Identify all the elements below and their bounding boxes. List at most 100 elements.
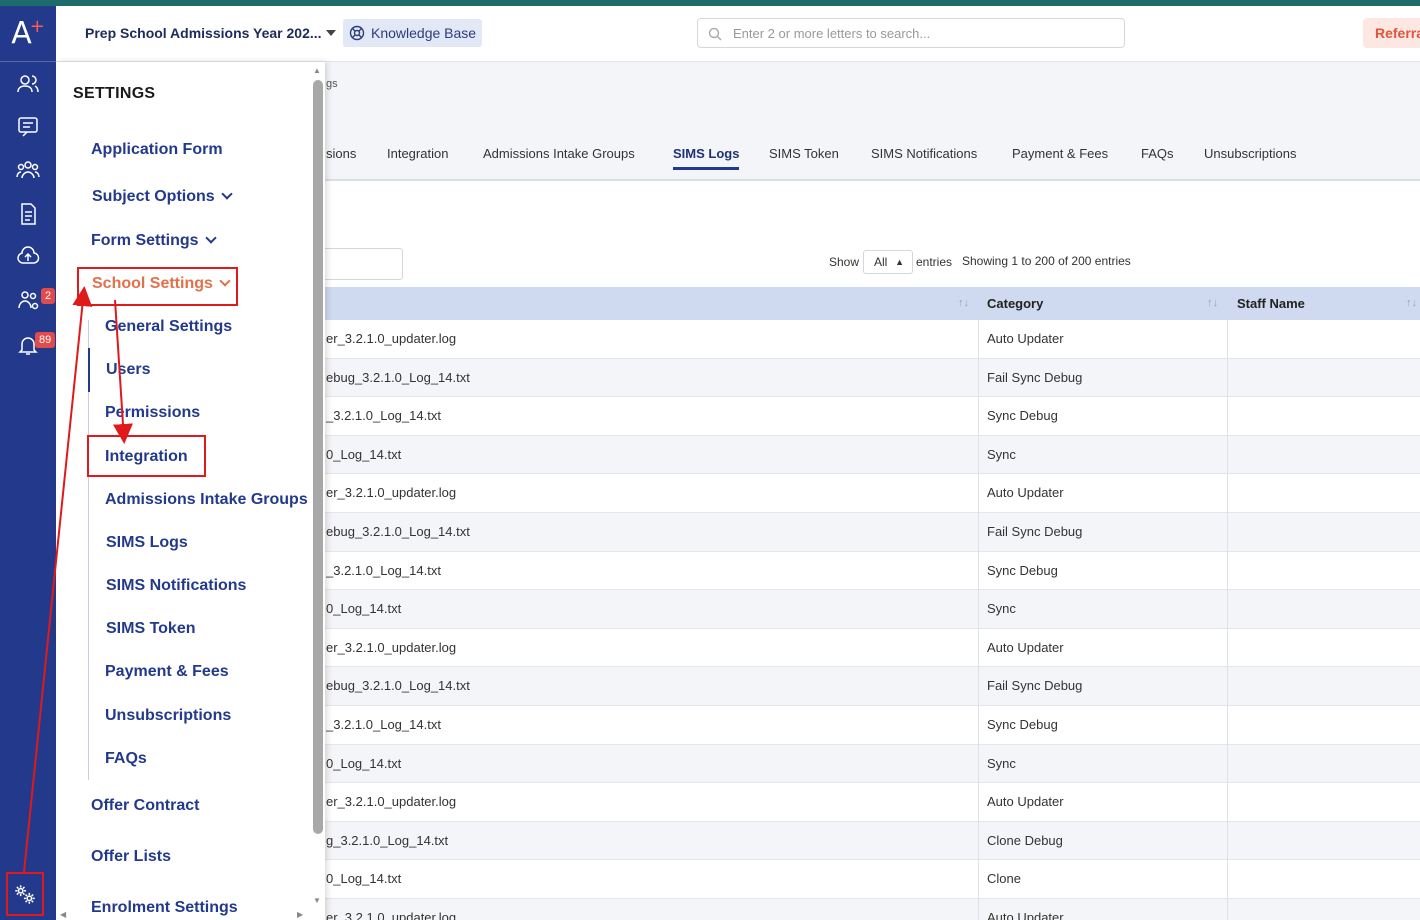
- messages-icon[interactable]: [14, 113, 42, 141]
- users-settings-icon[interactable]: [14, 286, 42, 314]
- menu-unsubscriptions[interactable]: Unsubscriptions: [105, 707, 231, 725]
- menu-general-settings[interactable]: General Settings: [105, 318, 232, 336]
- log-file-name[interactable]: _3.2.1.0_Log_14.txt: [326, 552, 966, 590]
- log-category: Auto Updater: [987, 331, 1064, 346]
- log-file-name[interactable]: ebug_3.2.1.0_Log_14.txt: [326, 513, 966, 551]
- log-category: Auto Updater: [987, 485, 1064, 501]
- menu-subject-options[interactable]: Subject Options: [92, 188, 233, 206]
- notifications-badge: 89: [35, 332, 56, 348]
- menu-users[interactable]: Users: [106, 361, 150, 379]
- table-row[interactable]: ebug_3.2.1.0_Log_14.txt Fail Sync Debug: [310, 667, 1420, 706]
- menu-sims-token[interactable]: SIMS Token: [106, 620, 196, 638]
- tab-sims-notifications[interactable]: SIMS Notifications: [871, 146, 977, 161]
- table-row[interactable]: 0_Log_14.txt Clone: [310, 860, 1420, 899]
- table-row[interactable]: er_3.2.1.0_updater.log Auto Updater: [310, 899, 1420, 920]
- table-filter-input[interactable]: [318, 248, 403, 280]
- tab-unsubscriptions[interactable]: Unsubscriptions: [1204, 146, 1297, 161]
- table-row[interactable]: _3.2.1.0_Log_14.txt Sync Debug: [310, 552, 1420, 591]
- settings-gear-button[interactable]: [6, 872, 44, 916]
- submenu-active-indicator: [88, 348, 90, 392]
- menu-enrolment-settings[interactable]: Enrolment Settings: [91, 899, 238, 917]
- log-file-name[interactable]: ebug_3.2.1.0_Log_14.txt: [326, 359, 966, 397]
- table-row[interactable]: ebug_3.2.1.0_Log_14.txt Fail Sync Debug: [310, 513, 1420, 552]
- tab-faqs[interactable]: FAQs: [1141, 146, 1174, 161]
- sort-arrows-icon: ▲: [895, 257, 904, 267]
- scroll-right-arrow-icon[interactable]: ▶: [297, 910, 303, 919]
- show-label: Show: [829, 255, 860, 269]
- log-category: Sync: [987, 755, 1016, 771]
- page-size-select[interactable]: All ▲: [863, 250, 913, 274]
- sort-icon[interactable]: ↑↓: [958, 287, 969, 320]
- menu-faqs[interactable]: FAQs: [105, 750, 147, 768]
- document-icon[interactable]: [14, 200, 42, 228]
- menu-offer-lists[interactable]: Offer Lists: [91, 848, 171, 866]
- log-file-name[interactable]: _3.2.1.0_Log_14.txt: [326, 397, 966, 435]
- global-search[interactable]: [697, 18, 1125, 48]
- table-row[interactable]: 0_Log_14.txt Sync: [310, 744, 1420, 784]
- showing-entries-text: Showing 1 to 200 of 200 entries: [962, 254, 1131, 268]
- table-header: ↑↓ Category ↑↓ Staff Name ↑↓: [310, 287, 1420, 320]
- menu-permissions[interactable]: Permissions: [105, 404, 200, 422]
- log-file-name[interactable]: er_3.2.1.0_updater.log: [326, 474, 966, 512]
- menu-sims-logs[interactable]: SIMS Logs: [106, 534, 188, 552]
- tab-integration[interactable]: Integration: [387, 146, 448, 161]
- column-header-category[interactable]: Category: [987, 287, 1043, 320]
- contacts-icon[interactable]: [14, 70, 42, 98]
- logo-plus: +: [29, 16, 45, 37]
- chevron-down-icon[interactable]: [326, 30, 336, 36]
- search-input[interactable]: [733, 24, 1113, 42]
- table-row[interactable]: er_3.2.1.0_updater.log Auto Updater: [310, 474, 1420, 513]
- table-row[interactable]: er_3.2.1.0_updater.log Auto Updater: [310, 320, 1420, 359]
- table-row[interactable]: er_3.2.1.0_updater.log Auto Updater: [310, 629, 1420, 668]
- menu-form-settings[interactable]: Form Settings: [91, 232, 217, 250]
- log-file-name[interactable]: er_3.2.1.0_updater.log: [326, 899, 966, 920]
- school-selector[interactable]: Prep School Admissions Year 202...: [85, 25, 322, 41]
- scroll-left-arrow-icon[interactable]: ◀: [60, 910, 66, 919]
- menu-sims-notifications[interactable]: SIMS Notifications: [106, 577, 246, 595]
- menu-payment-fees[interactable]: Payment & Fees: [105, 663, 229, 681]
- log-file-name[interactable]: er_3.2.1.0_updater.log: [326, 783, 966, 821]
- table-row[interactable]: er_3.2.1.0_updater.log Auto Updater: [310, 783, 1420, 822]
- log-file-name[interactable]: 0_Log_14.txt: [326, 860, 966, 898]
- sort-icon[interactable]: ↑↓: [1406, 287, 1417, 320]
- log-file-name[interactable]: er_3.2.1.0_updater.log: [326, 629, 966, 667]
- log-category: Sync Debug: [987, 717, 1058, 732]
- log-file-name[interactable]: _3.2.1.0_Log_14.txt: [326, 706, 966, 744]
- referral-button[interactable]: Referral: [1363, 18, 1420, 48]
- settings-scrollbar-thumb[interactable]: [313, 80, 323, 834]
- scroll-up-arrow-icon[interactable]: ▲: [313, 66, 321, 75]
- tab-sims-token[interactable]: SIMS Token: [769, 146, 839, 161]
- settings-tabs: sions Integration Admissions Intake Grou…: [310, 134, 1420, 181]
- log-file-name[interactable]: ebug_3.2.1.0_Log_14.txt: [326, 667, 966, 705]
- scroll-down-arrow-icon[interactable]: ▼: [313, 896, 321, 905]
- log-file-name[interactable]: 0_Log_14.txt: [326, 590, 966, 628]
- app-logo[interactable]: A +: [0, 6, 56, 62]
- groups-icon[interactable]: [14, 156, 42, 184]
- table-row[interactable]: 0_Log_14.txt Sync: [310, 590, 1420, 629]
- log-category: Fail Sync Debug: [987, 524, 1083, 539]
- menu-offer-contract[interactable]: Offer Contract: [91, 797, 199, 815]
- menu-admissions-intake-groups[interactable]: Admissions Intake Groups: [105, 491, 308, 509]
- log-category: Auto Updater: [987, 639, 1064, 655]
- cloud-upload-icon[interactable]: [14, 243, 42, 271]
- table-row[interactable]: _3.2.1.0_Log_14.txt Sync Debug: [310, 706, 1420, 745]
- table-row[interactable]: 0_Log_14.txt Sync: [310, 435, 1420, 475]
- column-header-staff-name[interactable]: Staff Name: [1237, 287, 1305, 320]
- log-file-name[interactable]: g_3.2.1.0_Log_14.txt: [326, 822, 966, 860]
- log-file-name[interactable]: er_3.2.1.0_updater.log: [326, 320, 966, 358]
- table-row[interactable]: g_3.2.1.0_Log_14.txt Clone Debug: [310, 821, 1420, 861]
- log-file-name[interactable]: 0_Log_14.txt: [326, 436, 966, 474]
- column-divider: [978, 320, 979, 920]
- tab-admissions-intake-groups[interactable]: Admissions Intake Groups: [483, 146, 635, 161]
- log-category: Fail Sync Debug: [987, 678, 1083, 694]
- table-row[interactable]: ebug_3.2.1.0_Log_14.txt Fail Sync Debug: [310, 358, 1420, 398]
- menu-application-form[interactable]: Application Form: [91, 141, 223, 159]
- tab-payment-fees[interactable]: Payment & Fees: [1012, 146, 1108, 161]
- knowledge-base-button[interactable]: Knowledge Base: [343, 19, 483, 47]
- log-file-name[interactable]: 0_Log_14.txt: [326, 745, 966, 783]
- sort-icon[interactable]: ↑↓: [1207, 287, 1218, 320]
- tab-permissions[interactable]: sions: [326, 146, 356, 161]
- settings-dropdown: SETTINGS Application Form Subject Option…: [56, 62, 325, 920]
- table-row[interactable]: _3.2.1.0_Log_14.txt Sync Debug: [310, 397, 1420, 436]
- tab-sims-logs[interactable]: SIMS Logs: [673, 146, 740, 170]
